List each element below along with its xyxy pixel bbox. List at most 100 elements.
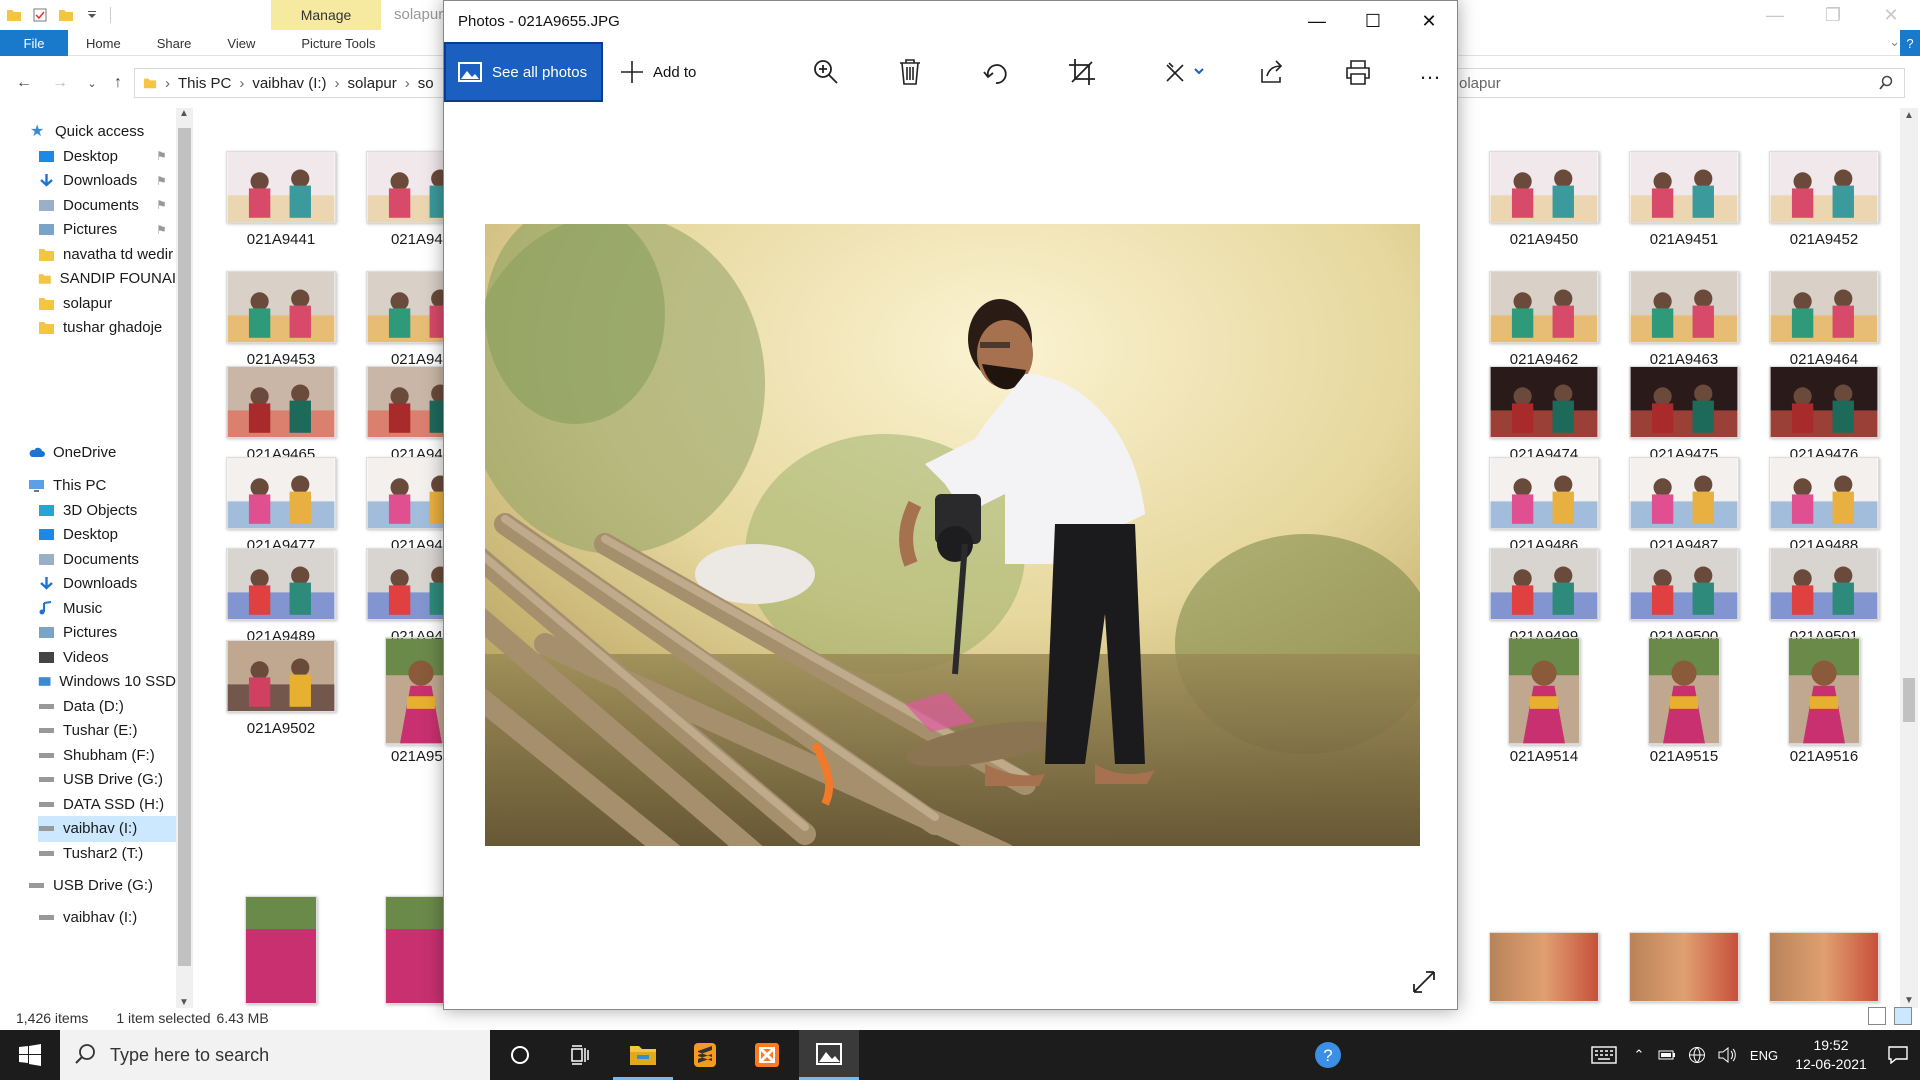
file-thumbnail[interactable] bbox=[245, 896, 317, 1004]
start-button[interactable] bbox=[0, 1030, 60, 1080]
edit-and-create-icon[interactable] bbox=[1160, 56, 1210, 88]
recent-locations-icon[interactable]: ⌄ bbox=[78, 77, 106, 90]
file-thumbnail[interactable]: 021A9502 bbox=[211, 640, 351, 750]
task-view-icon[interactable] bbox=[550, 1030, 610, 1080]
close-icon[interactable]: ✕ bbox=[1401, 1, 1457, 42]
nav-item[interactable]: DATA SSD (H:) bbox=[38, 791, 176, 817]
print-icon[interactable] bbox=[1342, 56, 1374, 88]
file-thumbnail[interactable]: 021A9515 bbox=[1614, 637, 1754, 765]
delete-icon[interactable] bbox=[894, 56, 926, 88]
share-icon[interactable] bbox=[1256, 56, 1288, 88]
nav-scrollbar[interactable]: ▲ ▼ bbox=[176, 108, 193, 1008]
file-thumbnail[interactable] bbox=[1629, 932, 1739, 1002]
rotate-icon[interactable] bbox=[980, 56, 1012, 88]
zoom-icon[interactable] bbox=[810, 56, 842, 88]
scroll-up-icon[interactable]: ▲ bbox=[179, 108, 189, 119]
nav-item[interactable]: Pictures ⚑ bbox=[38, 217, 176, 243]
nav-scroll-thumb[interactable] bbox=[178, 128, 191, 966]
pin-icon[interactable]: ⚑ bbox=[156, 223, 167, 237]
file-thumbnail[interactable]: 021A9462 bbox=[1474, 271, 1614, 381]
nav-item[interactable]: Desktop bbox=[38, 522, 176, 548]
back-arrow-icon[interactable]: ← bbox=[10, 74, 38, 92]
file-thumbnail[interactable]: 021A9453 bbox=[211, 271, 351, 381]
tab-share[interactable]: Share bbox=[139, 30, 210, 56]
nav-item[interactable]: Data (D:) bbox=[38, 693, 176, 719]
tab-file[interactable]: File bbox=[0, 30, 68, 56]
forward-arrow-icon[interactable]: → bbox=[46, 74, 74, 92]
up-arrow-icon[interactable]: ↑ bbox=[104, 74, 132, 92]
details-view-icon[interactable] bbox=[1868, 1007, 1886, 1025]
nav-item[interactable]: solapur bbox=[38, 290, 176, 316]
file-explorer-taskbar-icon[interactable] bbox=[613, 1030, 673, 1080]
file-grid-scrollbar[interactable]: ▲ ▼ bbox=[1900, 108, 1918, 1008]
properties-icon[interactable] bbox=[32, 7, 48, 23]
file-thumbnail[interactable]: 021A9451 bbox=[1614, 151, 1754, 261]
scroll-up-icon[interactable]: ▲ bbox=[1904, 110, 1914, 121]
photo-display[interactable] bbox=[485, 224, 1420, 846]
expand-fullscreen-icon[interactable] bbox=[1411, 969, 1437, 995]
xampp-icon[interactable] bbox=[737, 1030, 797, 1080]
maximize-icon[interactable]: ☐ bbox=[1345, 1, 1401, 42]
nav-item[interactable]: Pictures bbox=[38, 620, 176, 646]
breadcrumb-current[interactable]: so bbox=[418, 75, 434, 92]
file-thumbnail[interactable]: 021A9441 bbox=[211, 151, 351, 261]
photos-taskbar-icon[interactable] bbox=[799, 1030, 859, 1080]
customize-qat-icon[interactable] bbox=[84, 7, 100, 23]
breadcrumb-solapur[interactable]: solapur bbox=[348, 75, 397, 92]
taskbar-search-input[interactable]: Type here to search bbox=[60, 1030, 490, 1080]
nav-item[interactable]: vaibhav (I:) bbox=[38, 815, 176, 842]
nav-item[interactable]: USB Drive (G:) bbox=[38, 767, 176, 793]
pin-icon[interactable]: ⚑ bbox=[156, 174, 167, 188]
sublime-text-icon[interactable] bbox=[675, 1030, 735, 1080]
cortana-icon[interactable] bbox=[490, 1030, 550, 1080]
nav-item[interactable]: Desktop ⚑ bbox=[38, 143, 176, 169]
nav-item[interactable]: Documents ⚑ bbox=[38, 192, 176, 218]
tab-picture-tools[interactable]: Picture Tools bbox=[283, 30, 393, 56]
volume-icon[interactable] bbox=[1712, 1047, 1742, 1063]
add-to-button[interactable]: Add to bbox=[619, 42, 696, 102]
file-thumbnail[interactable]: 021A9450 bbox=[1474, 151, 1614, 261]
nav-item[interactable]: tushar ghadoje bbox=[38, 315, 176, 341]
search-input[interactable]: olapur bbox=[1450, 68, 1905, 98]
language-indicator[interactable]: ENG bbox=[1742, 1048, 1786, 1063]
network-globe-icon[interactable] bbox=[1682, 1046, 1712, 1064]
keyboard-icon[interactable] bbox=[1582, 1046, 1626, 1064]
nav-vaibhav-drive[interactable]: vaibhav (I:) bbox=[38, 904, 137, 930]
address-bar[interactable]: › This PC › vaibhav (I:) › solapur › so bbox=[134, 68, 444, 98]
minimize-icon[interactable]: — bbox=[1289, 1, 1345, 42]
tray-chevron-icon[interactable]: ⌃ bbox=[1626, 1047, 1652, 1063]
nav-item[interactable]: Shubham (F:) bbox=[38, 742, 176, 768]
file-thumbnail[interactable]: 021A9463 bbox=[1614, 271, 1754, 381]
see-all-photos-button[interactable]: See all photos bbox=[444, 42, 603, 102]
nav-item[interactable]: 3D Objects bbox=[38, 497, 176, 523]
nav-item[interactable]: Documents bbox=[38, 546, 176, 572]
more-options-icon[interactable]: … bbox=[1414, 56, 1446, 88]
search-icon[interactable] bbox=[1878, 75, 1894, 91]
nav-this-pc[interactable]: This PC bbox=[28, 472, 106, 498]
nav-item[interactable]: Tushar (E:) bbox=[38, 718, 176, 744]
file-thumbnail[interactable]: 021A9516 bbox=[1754, 637, 1894, 765]
file-grid-scroll-thumb[interactable] bbox=[1903, 678, 1915, 722]
nav-onedrive[interactable]: OneDrive bbox=[28, 439, 116, 465]
pin-icon[interactable]: ⚑ bbox=[156, 149, 167, 163]
nav-item[interactable]: Downloads ⚑ bbox=[38, 168, 176, 194]
crop-icon[interactable] bbox=[1066, 56, 1098, 88]
new-folder-icon[interactable] bbox=[58, 7, 74, 23]
nav-usb-drive[interactable]: USB Drive (G:) bbox=[28, 872, 153, 898]
file-thumbnail[interactable] bbox=[1769, 932, 1879, 1002]
nav-quick-access[interactable]: ★ Quick access bbox=[30, 118, 144, 144]
file-thumbnail[interactable]: 021A9514 bbox=[1474, 637, 1614, 765]
nav-item[interactable]: Videos bbox=[38, 644, 176, 670]
tab-home[interactable]: Home bbox=[68, 30, 139, 56]
nav-item[interactable]: Windows 10 SSD bbox=[38, 669, 176, 695]
ribbon-expand-icon[interactable]: ⌄ bbox=[1889, 34, 1900, 50]
nav-item[interactable]: Downloads bbox=[38, 571, 176, 597]
close-icon[interactable]: ✕ bbox=[1862, 0, 1920, 30]
breadcrumb-this-pc[interactable]: This PC bbox=[178, 75, 231, 92]
large-icons-view-icon[interactable] bbox=[1894, 1007, 1912, 1025]
file-thumbnail[interactable]: 021A9464 bbox=[1754, 271, 1894, 381]
nav-item[interactable]: Tushar2 (T:) bbox=[38, 840, 176, 866]
minimize-icon[interactable]: — bbox=[1746, 0, 1804, 30]
manage-contextual-tab[interactable]: Manage bbox=[271, 0, 381, 30]
clock[interactable]: 19:52 12-06-2021 bbox=[1786, 1036, 1876, 1074]
